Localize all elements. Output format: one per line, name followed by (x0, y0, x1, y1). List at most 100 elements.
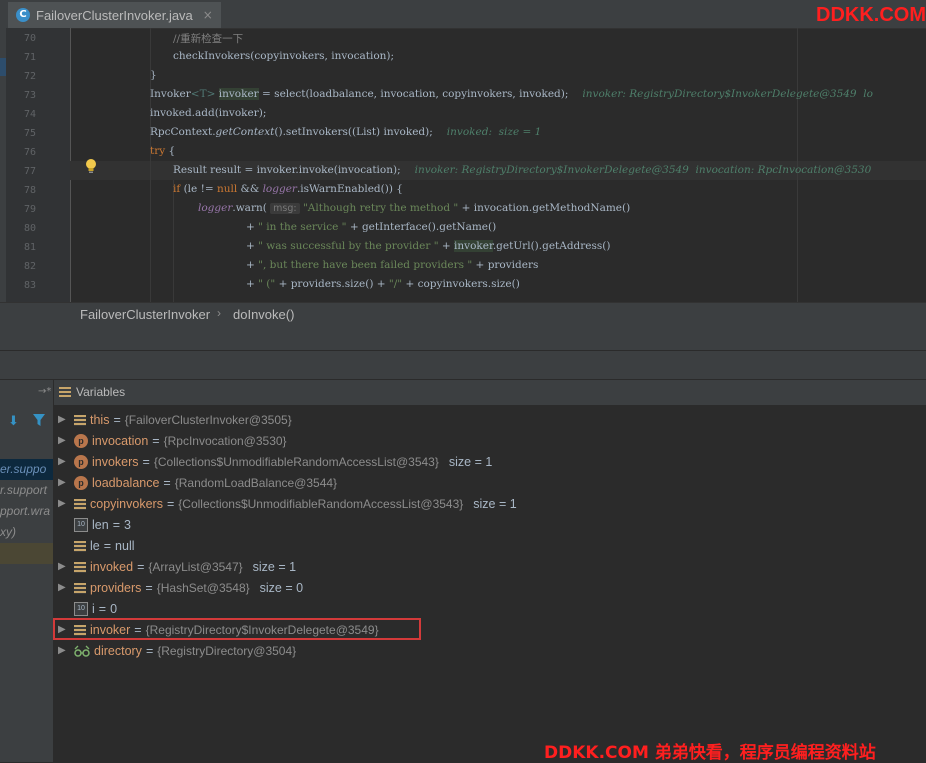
equals-sign: = (137, 559, 145, 574)
variable-row-invoked[interactable]: ▶ invoked = {ArrayList@3547} size = 1 (58, 556, 296, 577)
variable-name: directory (94, 643, 142, 658)
expand-triangle-icon[interactable]: ▶ (58, 435, 68, 446)
field-icon (74, 414, 86, 426)
breadcrumb-method[interactable]: doInvoke() (233, 307, 294, 322)
equals-sign: = (103, 538, 112, 553)
primitive-icon: 10 (74, 601, 88, 616)
field-icon (74, 540, 86, 552)
variable-value: 0 (110, 601, 118, 616)
code-line-78: if (le != null && logger.isWarnEnabled()… (173, 183, 403, 195)
variables-icon (59, 387, 71, 397)
variable-row-copyinvokers[interactable]: ▶ copyinvokers = {Collections$UnmodifiableR… (58, 493, 517, 514)
expand-triangle-icon[interactable]: ▶ (58, 645, 68, 656)
variable-name: loadbalance (92, 475, 160, 490)
highlight-box (53, 618, 421, 640)
variable-name: this (90, 412, 110, 427)
line-number: 75 (23, 128, 36, 139)
watermark-bottom: DDKK.COM 弟弟快看，程序员编程资料站 (544, 743, 876, 763)
variable-row-i[interactable]: 10 i = 0 (58, 598, 117, 619)
breadcrumb-separator: › (217, 306, 221, 320)
parameter-icon: p (74, 454, 88, 469)
debug-toolbar (0, 351, 926, 379)
code-line-71: checkInvokers(copyinvokers, invocation); (173, 50, 395, 62)
frame-item[interactable]: xy) (0, 522, 53, 543)
inline-value-hint: invoker: RegistryDirectory$InvokerDelege… (582, 88, 873, 100)
restore-icon[interactable]: →* (38, 386, 51, 397)
code-line-74: invoked.add(invoker); (150, 107, 267, 119)
equals-sign: = (98, 601, 107, 616)
line-number: 76 (23, 147, 36, 158)
equals-sign: = (145, 580, 153, 595)
line-number: 79 (23, 204, 36, 215)
lightbulb-icon[interactable] (84, 158, 98, 174)
line-number: 80 (23, 223, 36, 234)
close-icon[interactable]: × (203, 8, 213, 22)
expand-triangle-icon[interactable]: ▶ (58, 498, 68, 509)
filter-icon[interactable] (33, 414, 45, 426)
variable-value: {HashSet@3548} (156, 580, 250, 595)
code-line-70: //重新检查一下 (173, 33, 244, 45)
frame-item[interactable]: r.support (0, 480, 53, 501)
expand-triangle-icon[interactable]: ▶ (58, 582, 68, 593)
code-line-76: try { (150, 145, 176, 157)
equals-sign: = (142, 454, 150, 469)
code-line-80: + " in the service " + getInterface().ge… (246, 221, 497, 233)
code-line-83: + " (" + providers.size() + "/" + copyin… (246, 278, 520, 290)
splitter-area (0, 324, 926, 351)
code-line-81: + " was successful by the provider " + i… (246, 240, 611, 252)
equals-sign: = (112, 517, 120, 532)
expand-triangle-icon[interactable]: ▶ (58, 456, 68, 467)
frame-item[interactable]: pport.wra (0, 501, 53, 522)
variable-value: {RegistryDirectory@3504} (157, 643, 297, 658)
code-line-77: Result result = invoker.invoke(invocatio… (173, 164, 872, 176)
frame-item-current[interactable] (0, 543, 53, 564)
variable-row-len[interactable]: 10 len = 3 (58, 514, 131, 535)
variable-name: len (92, 517, 109, 532)
variable-size: size = 1 (473, 496, 517, 511)
field-icon (74, 561, 86, 573)
expand-triangle-icon[interactable]: ▶ (58, 561, 68, 572)
variable-size: size = 1 (252, 559, 297, 574)
line-number: 83 (23, 280, 36, 291)
variable-row-providers[interactable]: ▶ providers = {HashSet@3548} size = 0 (58, 577, 303, 598)
expand-triangle-icon[interactable]: ▶ (58, 477, 68, 488)
down-arrow-icon[interactable]: ⬇ (8, 414, 19, 429)
variable-value: {RpcInvocation@3530} (163, 433, 287, 448)
variable-row-directory[interactable]: ▶ directory = {RegistryDirectory@3504} (58, 640, 296, 661)
variable-value: {RandomLoadBalance@3544} (174, 475, 338, 490)
line-number: 72 (23, 71, 36, 82)
frame-item[interactable]: er.suppo (0, 459, 53, 480)
variable-row-this[interactable]: ▶ this = {FailoverClusterInvoker@3505} (58, 409, 292, 430)
code-line-82: + ", but there have been failed provider… (246, 259, 539, 271)
variable-name: invocation (92, 433, 149, 448)
variable-row-invocation[interactable]: ▶ p invocation = {RpcInvocation@3530} (58, 430, 287, 451)
code-line-75: RpcContext.getContext().setInvokers((Lis… (150, 126, 542, 138)
watch-glasses-icon (74, 645, 90, 657)
frames-panel: er.suppo r.support pport.wra xy) (0, 380, 54, 762)
variable-value: 3 (124, 517, 131, 532)
variable-value: {Collections$UnmodifiableRandomAccessLis… (178, 496, 464, 511)
line-number: 78 (23, 185, 36, 196)
equals-sign: = (145, 643, 154, 658)
equals-sign: = (166, 496, 175, 511)
line-number: 74 (23, 109, 36, 120)
breadcrumb-class[interactable]: FailoverClusterInvoker (80, 307, 210, 322)
variable-value: {ArrayList@3547} (148, 559, 243, 574)
variable-value: null (115, 538, 135, 553)
equals-sign: = (152, 433, 160, 448)
code-line-73: Invoker<T> invoker = select(loadbalance,… (150, 88, 873, 100)
variable-value: {Collections$UnmodifiableRandomAccessLis… (153, 454, 439, 469)
expand-triangle-icon[interactable]: ▶ (58, 414, 68, 425)
line-number: 82 (23, 261, 36, 272)
tab-failover-cluster-invoker[interactable]: C FailoverClusterInvoker.java × (8, 2, 221, 28)
variable-size: size = 0 (259, 580, 304, 595)
variable-name: le (90, 538, 100, 553)
primitive-icon: 10 (74, 517, 88, 532)
variable-row-loadbalance[interactable]: ▶ p loadbalance = {RandomLoadBalance@3544} (58, 472, 337, 493)
variable-size: size = 1 (448, 454, 493, 469)
parameter-icon: p (74, 475, 88, 490)
inline-value-hint: invoked: size = 1 (446, 126, 542, 138)
equals-sign: = (113, 412, 121, 427)
variable-row-le[interactable]: le = null (58, 535, 135, 556)
variable-row-invokers[interactable]: ▶ p invokers = {Collections$UnmodifiableRand… (58, 451, 492, 472)
